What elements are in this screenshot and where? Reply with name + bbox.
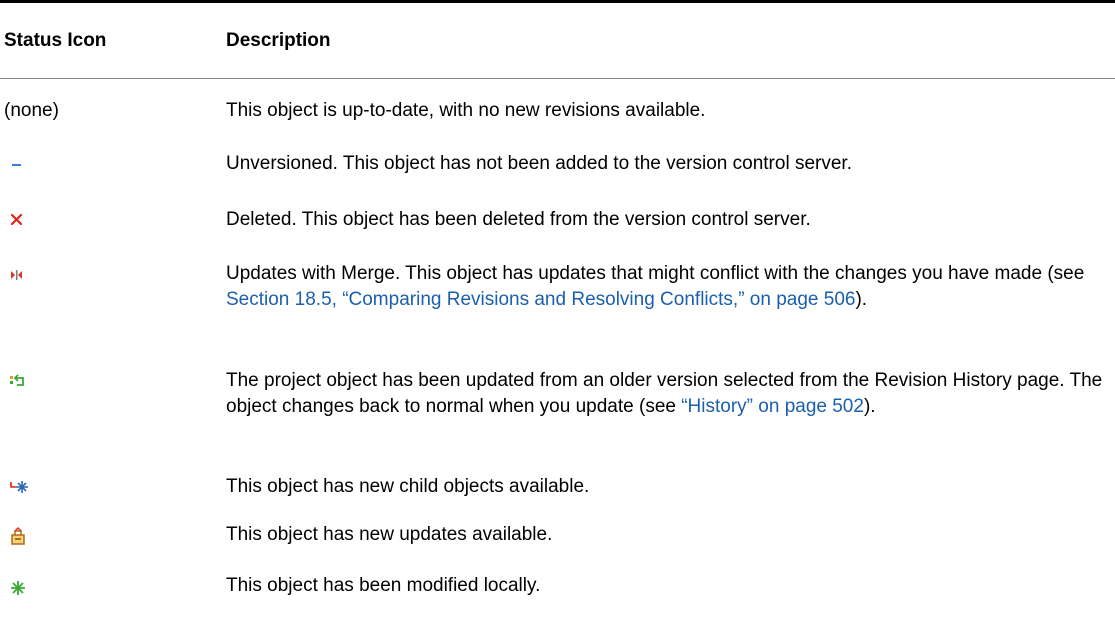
description-text: ). — [863, 396, 876, 417]
description-cell: This object has been modified locally. — [226, 575, 541, 596]
none-icon-label: (none) — [4, 100, 59, 121]
table-row: The project object has been updated from… — [0, 365, 1115, 471]
description-text: ). — [855, 289, 868, 310]
new-updates-icon — [8, 526, 30, 548]
merge-icon — [8, 264, 30, 286]
table-row: Updates with Merge. This object has upda… — [0, 258, 1115, 365]
status-icon-cell — [0, 522, 226, 573]
table-row: Unversioned. This object has not been ad… — [0, 140, 1115, 198]
status-icon-cell — [0, 365, 226, 471]
status-icon-cell — [0, 258, 226, 365]
header-description: Description — [226, 29, 331, 51]
table-row: This object has new child objects availa… — [0, 471, 1115, 522]
table-header-row: Status Icon Description — [0, 1, 1115, 79]
status-icon-cell — [0, 471, 226, 522]
new-child-objects-icon — [8, 476, 30, 498]
deleted-x-icon — [8, 209, 30, 231]
description-text: Updates with Merge. This object has upda… — [226, 263, 1085, 284]
description-cell: This object has new updates available. — [226, 524, 553, 545]
table-row: This object has been modified locally. — [0, 573, 1115, 613]
status-icon-cell: (none) — [0, 79, 226, 141]
history-link[interactable]: “History” on page 502 — [681, 396, 864, 417]
section-link[interactable]: Section 18.5, “Comparing Revisions and R… — [226, 289, 855, 310]
description-cell: The project object has been updated from… — [226, 365, 1115, 471]
status-icon-cell — [0, 140, 226, 198]
reverted-history-icon — [8, 370, 30, 392]
status-icon-cell — [0, 198, 226, 258]
description-cell: Unversioned. This object has not been ad… — [226, 153, 852, 174]
description-cell: Deleted. This object has been deleted fr… — [226, 209, 811, 230]
header-status-icon: Status Icon — [4, 29, 107, 51]
description-cell: This object has new child objects availa… — [226, 476, 590, 497]
modified-locally-icon — [8, 577, 30, 599]
description-text: The project object has been updated from… — [226, 370, 1103, 417]
description-cell: This object is up-to-date, with no new r… — [226, 100, 706, 121]
description-cell: Updates with Merge. This object has upda… — [226, 258, 1115, 365]
status-icon-cell — [0, 573, 226, 613]
status-icon-table: Status Icon Description (none) This obje… — [0, 0, 1115, 613]
table-row: (none) This object is up-to-date, with n… — [0, 79, 1115, 141]
table-row: This object has new updates available. — [0, 522, 1115, 573]
unversioned-dash-icon — [8, 153, 30, 175]
table-row: Deleted. This object has been deleted fr… — [0, 198, 1115, 258]
